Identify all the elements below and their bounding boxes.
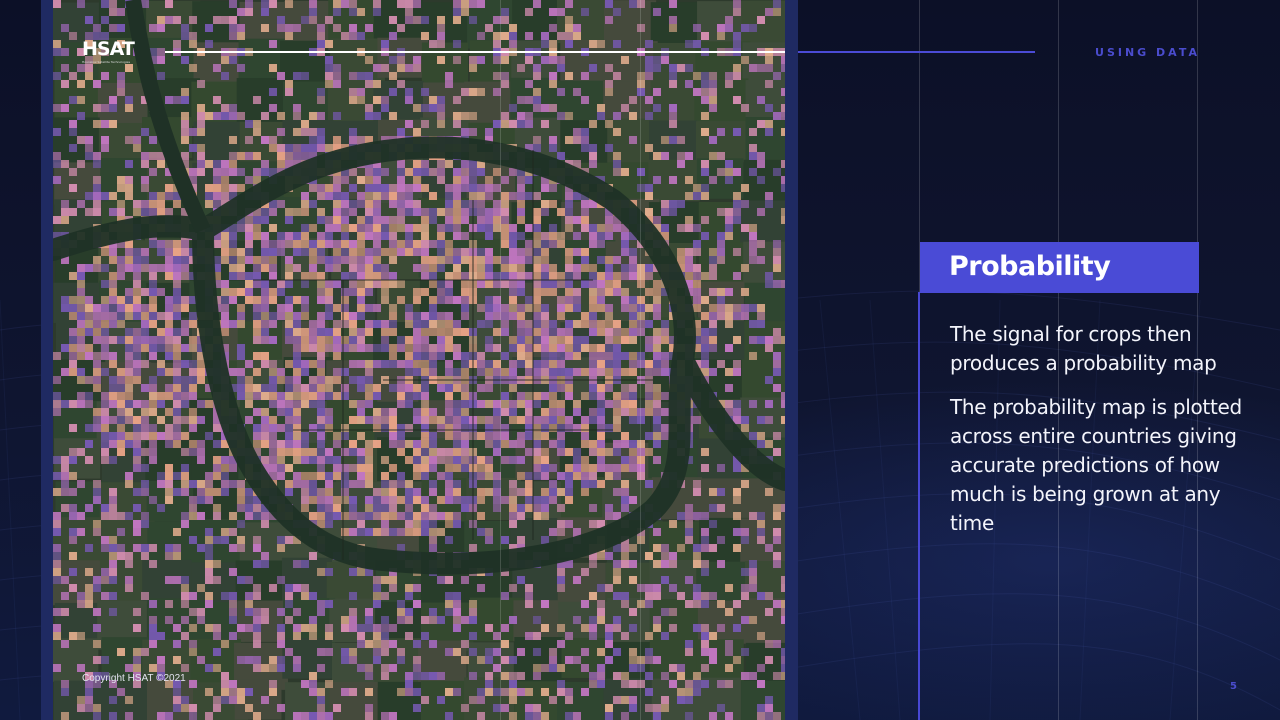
page-number: 5 — [1230, 681, 1237, 692]
logo-subtitle: Hounslow Satellite Technologies — [82, 60, 131, 64]
body-text: The signal for crops then produces a pro… — [950, 320, 1260, 553]
header-rule-blue — [798, 51, 1035, 53]
accent-vertical-line — [918, 292, 920, 720]
grid-line — [640, 0, 641, 720]
paragraph-1: The signal for crops then produces a pro… — [950, 322, 1217, 375]
slide-title: Probability — [949, 251, 1111, 282]
slide: HSAT Hounslow Satellite Technologies USI… — [0, 0, 1280, 720]
title-box: Probability — [920, 242, 1199, 293]
copyright-text: Copyright HSAT ©2021 — [82, 673, 186, 684]
section-label: USING DATA — [1095, 46, 1200, 59]
hsat-logo: HSAT Hounslow Satellite Technologies — [82, 40, 144, 66]
crop-probability-map-image — [53, 0, 785, 720]
logo-text: HSAT — [82, 38, 135, 60]
paragraph-2: The probability map is plotted across en… — [950, 395, 1242, 535]
grid-line — [500, 0, 501, 720]
header-rule-white — [165, 51, 785, 53]
